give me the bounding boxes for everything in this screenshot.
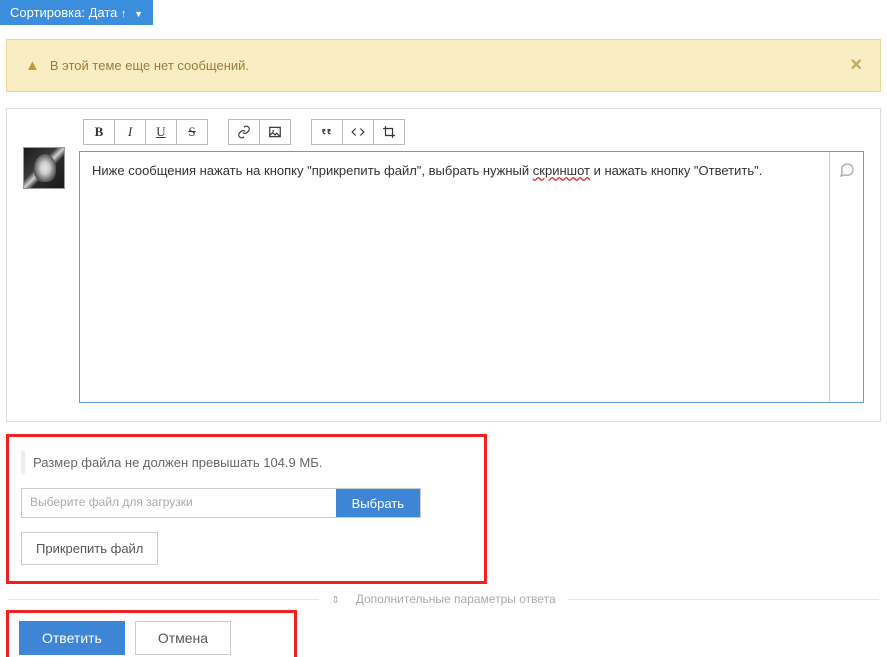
actions-section: Ответить Отмена: [6, 610, 297, 657]
link-icon: [237, 125, 251, 139]
bold-button[interactable]: B: [83, 119, 115, 145]
file-size-note: Размер файла не должен превышать 104.9 М…: [21, 451, 472, 474]
extra-params-toggle[interactable]: ⇕Дополнительные параметры ответа: [0, 592, 887, 606]
avatar: [23, 147, 65, 189]
textarea-container: Ниже сообщения нажать на кнопку "прикреп…: [79, 151, 864, 403]
attach-file-button[interactable]: Прикрепить файл: [21, 532, 158, 565]
code-icon: [351, 125, 365, 139]
warning-icon: ▲: [25, 57, 40, 74]
expand-icon: ⇕: [325, 595, 345, 606]
crop-button[interactable]: [373, 119, 405, 145]
sort-direction-icon: ↑: [121, 8, 127, 20]
quote-button[interactable]: [311, 119, 343, 145]
file-input[interactable]: Выберите файл для загрузки: [22, 489, 336, 517]
image-button[interactable]: [259, 119, 291, 145]
submit-button[interactable]: Ответить: [19, 621, 125, 655]
cancel-button[interactable]: Отмена: [135, 621, 231, 655]
image-icon: [268, 125, 282, 139]
browse-button[interactable]: Выбрать: [336, 489, 420, 517]
alert-banner: ▲ В этой теме еще нет сообщений. ×: [6, 39, 881, 92]
alert-message: В этой теме еще нет сообщений.: [50, 58, 249, 73]
sort-field: Дата: [89, 5, 118, 20]
strikethrough-button[interactable]: S: [176, 119, 208, 145]
speech-button[interactable]: [829, 152, 863, 402]
speech-bubble-icon: [839, 162, 855, 178]
italic-button[interactable]: I: [114, 119, 146, 145]
editor-toolbar: B I U S: [79, 119, 864, 145]
code-button[interactable]: [342, 119, 374, 145]
chevron-down-icon: ▼: [134, 9, 143, 19]
message-textarea[interactable]: Ниже сообщения нажать на кнопку "прикреп…: [80, 152, 829, 402]
quote-icon: [320, 125, 334, 139]
underline-button[interactable]: U: [145, 119, 177, 145]
editor-container: B I U S: [6, 108, 881, 422]
upload-section: Размер файла не должен превышать 104.9 М…: [6, 434, 487, 584]
sort-dropdown[interactable]: Сортировка: Дата ↑ ▼: [0, 0, 153, 25]
close-icon[interactable]: ×: [850, 54, 862, 77]
link-button[interactable]: [228, 119, 260, 145]
sort-label: Сортировка:: [10, 5, 85, 20]
file-input-row: Выберите файл для загрузки Выбрать: [21, 488, 421, 518]
crop-icon: [382, 125, 396, 139]
